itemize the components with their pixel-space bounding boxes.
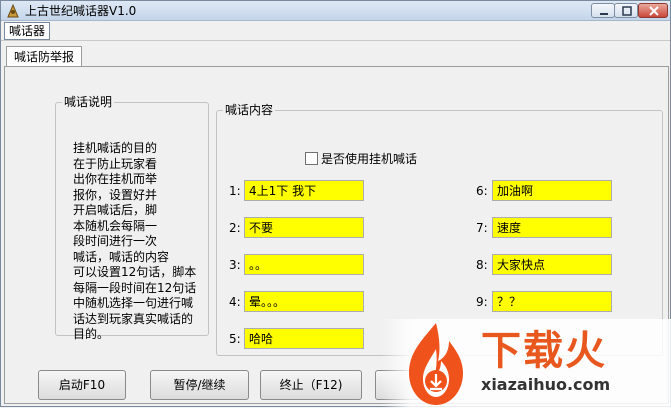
item-number: 7: (476, 221, 488, 235)
close-button[interactable] (638, 3, 668, 18)
minimize-button[interactable] (591, 3, 615, 18)
shout-field-2[interactable]: 不要 (244, 217, 364, 238)
shout-field-4[interactable]: 晕。。。 (244, 291, 364, 312)
use-idle-shout-checkbox[interactable]: 是否使用挂机喊话 (305, 151, 417, 167)
shout-field-3[interactable]: 。。 (244, 254, 364, 275)
item-number: 8: (476, 258, 488, 272)
description-text: 挂机喊话的目的 在于防止玩家看 出你在挂机而举 报你，设置好并 开启喊话后，脚 … (73, 141, 197, 341)
tab-anti-report[interactable]: 喊话防举报 (6, 46, 83, 68)
shout-field-5[interactable]: 哈哈 (244, 328, 364, 349)
checkbox-box[interactable] (305, 152, 318, 165)
shout-field-7[interactable]: 速度 (492, 217, 612, 238)
menu-item-hanhuaqi[interactable]: 喊话器 (4, 22, 51, 40)
app-window: 上古世纪喊话器V1.0 喊话器 喊话防举报 喊话说明 挂机喊话的目的 在于防止玩… (0, 0, 671, 408)
content-group-title: 喊话内容 (223, 103, 276, 117)
minimize-icon (600, 13, 608, 15)
shout-field-9[interactable]: ？？ (492, 291, 612, 312)
stop-button[interactable]: 终止（F12) (260, 370, 362, 400)
close-icon (649, 6, 659, 16)
item-number: 1: (229, 184, 241, 198)
item-number: 4: (229, 295, 241, 309)
shout-field-8[interactable]: 大家快点 (492, 254, 612, 275)
shout-field-6[interactable]: 加油啊 (492, 180, 612, 201)
item-number: 9: (476, 295, 488, 309)
shout-field-1[interactable]: 4上1下 我下 (244, 180, 364, 201)
maximize-icon (622, 6, 632, 16)
app-icon (7, 3, 19, 18)
item-number: 5: (229, 332, 241, 346)
pause-resume-button[interactable]: 暂停/继续 (150, 370, 249, 400)
maximize-button[interactable] (614, 3, 638, 18)
item-number: 2: (229, 221, 241, 235)
title-bar[interactable]: 上古世纪喊话器V1.0 (1, 1, 670, 21)
item-number: 3: (229, 258, 241, 272)
checkbox-label: 是否使用挂机喊话 (321, 152, 418, 166)
start-button[interactable]: 启动F10 (38, 370, 126, 400)
extra-button[interactable] (375, 370, 435, 400)
description-group-title: 喊话说明 (62, 95, 115, 109)
menu-bar: 喊话器 (1, 21, 670, 41)
tab-strip: 喊话防举报 (4, 45, 669, 68)
window-title: 上古世纪喊话器V1.0 (25, 4, 137, 18)
item-number: 6: (476, 184, 488, 198)
